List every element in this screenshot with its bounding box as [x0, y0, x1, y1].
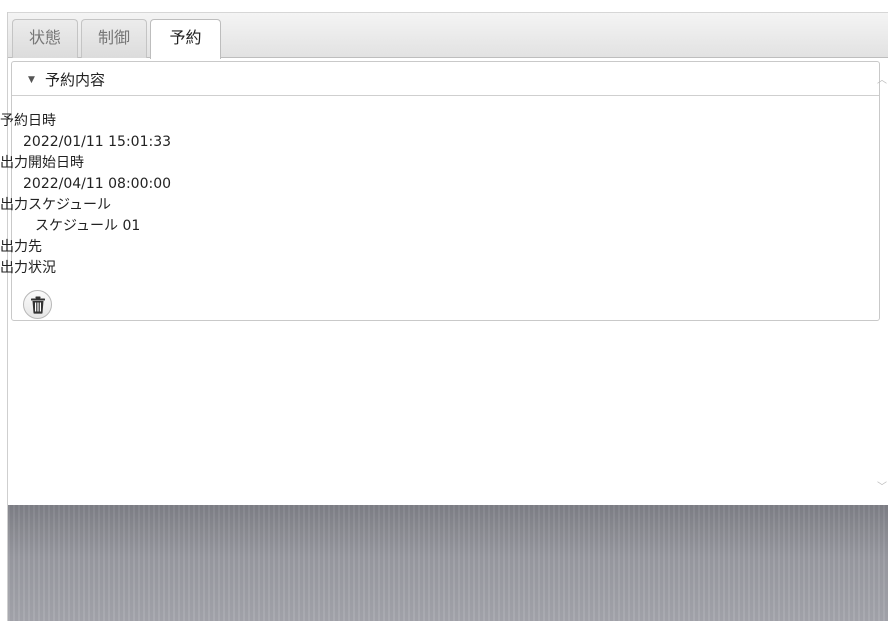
tab-status[interactable]: 状態	[12, 19, 78, 58]
reservation-details: 予約日時 2022/01/11 15:01:33 出力開始日時 2022/04/…	[0, 111, 400, 279]
reserve-datetime-label: 予約日時	[0, 113, 56, 129]
app-frame: 状態 制御 予約 ▼ 予約内容 予約日時 2022/01/11 15:01:33…	[0, 0, 888, 621]
delete-button[interactable]	[23, 290, 52, 319]
output-schedule-value: スケジュール 01	[35, 218, 141, 234]
output-start-label: 出力開始日時	[0, 155, 84, 171]
output-schedule-label: 出力スケジュール	[0, 197, 112, 213]
reserve-datetime-value: 2022/01/11 15:01:33	[23, 134, 172, 150]
output-status-label: 出力状況	[0, 260, 56, 276]
tab-control[interactable]: 制御	[81, 19, 147, 58]
panel-title: 予約内容	[45, 71, 106, 89]
chevron-up-icon[interactable]: ︿	[877, 71, 887, 86]
output-destination-label: 出力先	[0, 239, 42, 255]
chevron-down-icon[interactable]: ﹀	[877, 478, 887, 493]
trash-icon	[31, 296, 45, 314]
tab-reservation[interactable]: 予約	[150, 19, 221, 59]
tab-bar: 状態 制御 予約	[8, 13, 888, 59]
caret-down-icon[interactable]: ▼	[28, 75, 35, 85]
footer-background	[8, 505, 888, 621]
panel-header[interactable]: ▼ 予約内容	[12, 62, 879, 96]
output-start-value: 2022/04/11 08:00:00	[23, 176, 172, 192]
